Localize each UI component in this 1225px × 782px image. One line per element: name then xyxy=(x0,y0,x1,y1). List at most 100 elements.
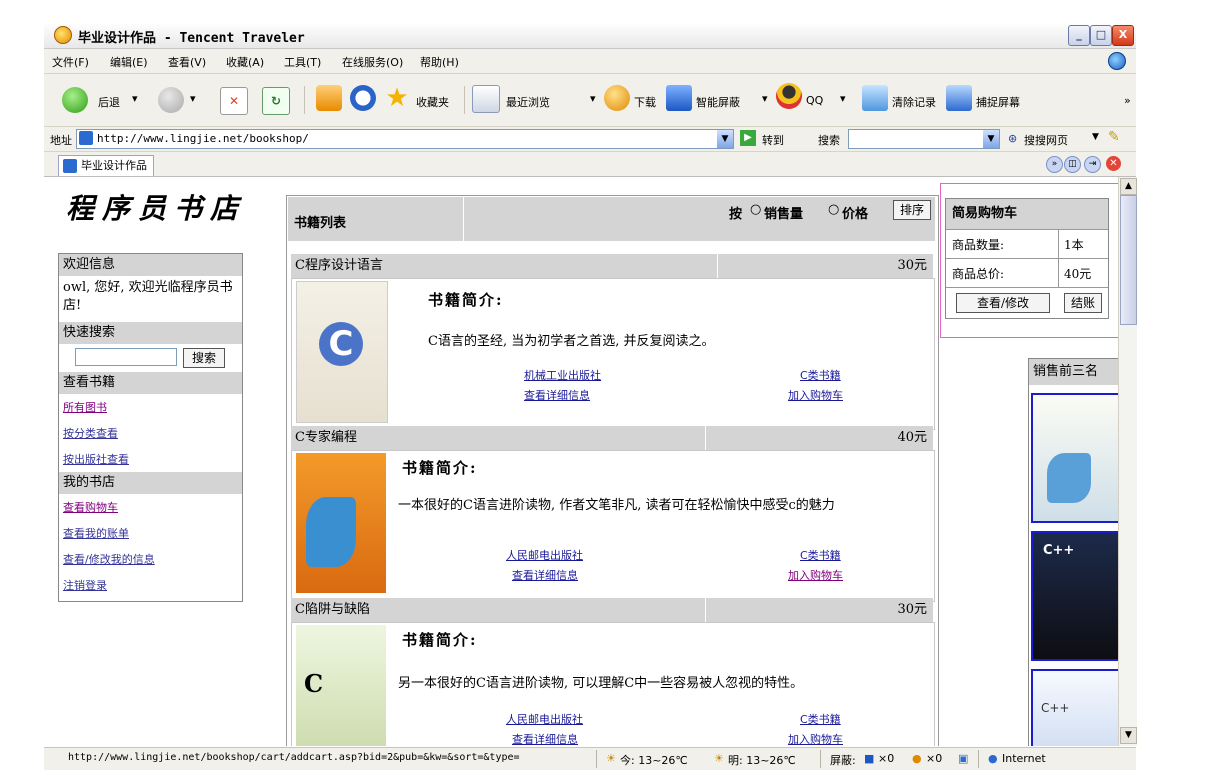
clear-history-label[interactable]: 清除记录 xyxy=(892,94,936,110)
vertical-scrollbar[interactable]: ▲ ▼ xyxy=(1118,177,1137,746)
book-title-1: C程序设计语言 xyxy=(295,258,383,273)
book-publisher-link-3[interactable]: 人民邮电出版社 xyxy=(506,711,583,727)
sort-price-radio[interactable]: ○ xyxy=(828,202,839,217)
forward-arrow-icon[interactable] xyxy=(158,87,184,113)
all-books-link[interactable]: 所有图书 xyxy=(59,394,242,420)
menu-favorites[interactable]: 收藏(A) xyxy=(226,54,264,70)
minimize-button[interactable]: _ xyxy=(1068,25,1090,46)
cart-view-button[interactable]: 查看/修改 xyxy=(956,293,1050,313)
scrollbar-thumb[interactable] xyxy=(1120,195,1137,325)
go-button[interactable]: 转到 xyxy=(762,132,784,148)
book-category-link-1[interactable]: C类书籍 xyxy=(800,367,841,383)
book-detail-link-1[interactable]: 查看详细信息 xyxy=(524,387,590,403)
tab-list-icon[interactable]: ◫ xyxy=(1064,156,1081,173)
recent-dropdown-icon[interactable]: ▾ xyxy=(590,92,596,105)
screen-capture-label[interactable]: 捕捉屏幕 xyxy=(976,94,1020,110)
book-cover-2[interactable] xyxy=(296,453,386,593)
book-detail-link-2[interactable]: 查看详细信息 xyxy=(512,567,578,583)
screen-capture-icon[interactable] xyxy=(946,85,972,111)
address-input[interactable]: http://www.lingjie.net/bookshop/ ▼ xyxy=(76,129,734,149)
quick-search-button[interactable]: 搜索 xyxy=(183,348,225,368)
tab-scroll-left-icon[interactable]: » xyxy=(1046,156,1063,173)
cart-title: 简易购物车 xyxy=(946,199,1108,229)
book-price-2: 40元 xyxy=(897,430,927,445)
qq-label[interactable]: QQ xyxy=(806,94,823,107)
toolbar-more-icon[interactable]: » xyxy=(1124,94,1131,107)
home-icon[interactable] xyxy=(316,85,342,111)
refresh-icon[interactable]: ↻ xyxy=(262,87,290,115)
download-icon[interactable] xyxy=(604,85,630,111)
book-title-3: C陷阱与缺陷 xyxy=(295,602,370,617)
book-publisher-link-2[interactable]: 人民邮电出版社 xyxy=(506,547,583,563)
history-clock-icon[interactable] xyxy=(350,85,376,111)
tab-scroll-right-icon[interactable]: ⇥ xyxy=(1084,156,1101,173)
book-add-cart-link-1[interactable]: 加入购物车 xyxy=(788,387,843,403)
weather-today[interactable]: 今: 13~26℃ xyxy=(620,752,688,768)
favorites-label[interactable]: 收藏夹 xyxy=(416,94,449,110)
edit-profile-link[interactable]: 查看/修改我的信息 xyxy=(59,546,242,572)
sort-button[interactable]: 排序 xyxy=(893,200,931,220)
browse-by-category-link[interactable]: 按分类查看 xyxy=(59,420,242,446)
view-cart-link[interactable]: 查看购物车 xyxy=(59,494,242,520)
popup-block-icon[interactable]: ■ xyxy=(864,752,874,765)
page-content: 程序员书店 欢迎信息 owl, 您好, 欢迎光临程序员书店! 快速搜索 搜索 查… xyxy=(44,177,1118,746)
checkout-button[interactable]: 结账 xyxy=(1064,293,1102,313)
go-arrow-icon[interactable]: ▶ xyxy=(740,130,756,146)
smart-block-label[interactable]: 智能屏蔽 xyxy=(696,94,740,110)
favorites-star-icon[interactable]: ★ xyxy=(384,85,410,111)
recent-label[interactable]: 最近浏览 xyxy=(506,94,550,110)
top-seller-cover-3[interactable]: C++ xyxy=(1031,669,1118,746)
clear-history-icon[interactable] xyxy=(862,85,888,111)
tab-close-icon[interactable]: ✕ xyxy=(1106,156,1121,171)
menu-help[interactable]: 帮助(H) xyxy=(420,54,459,70)
save-disk-icon[interactable]: ▣ xyxy=(958,752,968,765)
scroll-up-icon[interactable]: ▲ xyxy=(1120,178,1137,195)
sort-sales-radio[interactable]: ○ xyxy=(750,202,761,217)
book-publisher-link-1[interactable]: 机械工业出版社 xyxy=(524,367,601,383)
book-category-link-3[interactable]: C类书籍 xyxy=(800,711,841,727)
ad-block-icon[interactable]: ● xyxy=(912,752,922,765)
top-seller-cover-1[interactable] xyxy=(1031,393,1118,523)
menu-tools[interactable]: 工具(T) xyxy=(284,54,321,70)
welcome-text: owl, 您好, 欢迎光临程序员书店! xyxy=(63,280,233,313)
address-dropdown-icon[interactable]: ▼ xyxy=(717,130,733,148)
scroll-down-icon[interactable]: ▼ xyxy=(1120,727,1137,744)
tab-graduation-project[interactable]: 毕业设计作品 xyxy=(58,155,154,176)
back-dropdown-icon[interactable]: ▾ xyxy=(132,92,138,105)
logout-link[interactable]: 注销登录 xyxy=(59,572,242,601)
weather-tomorrow[interactable]: 明: 13~26℃ xyxy=(728,752,796,768)
maximize-button[interactable]: □ xyxy=(1090,25,1112,46)
toolbar-search-input[interactable]: ▼ xyxy=(848,129,1000,149)
menu-file[interactable]: 文件(F) xyxy=(52,54,89,70)
book-add-cart-link-3[interactable]: 加入购物车 xyxy=(788,731,843,746)
book-cover-3[interactable]: C xyxy=(296,625,386,746)
window-title-bar[interactable]: 毕业设计作品 - Tencent Traveler _ □ X xyxy=(44,22,1136,49)
quick-search-input[interactable] xyxy=(75,348,177,366)
menu-online[interactable]: 在线服务(O) xyxy=(342,54,403,70)
search-web-dropdown-icon[interactable]: ▼ xyxy=(1092,132,1099,142)
book-cover-1[interactable]: C xyxy=(296,281,388,423)
highlight-pen-icon[interactable]: ✎ xyxy=(1108,129,1120,145)
book-category-link-2[interactable]: C类书籍 xyxy=(800,547,841,563)
qq-dropdown-icon[interactable]: ▾ xyxy=(840,92,846,105)
smart-block-dropdown-icon[interactable]: ▾ xyxy=(762,92,768,105)
top-seller-cover-2[interactable]: C++ xyxy=(1031,531,1118,661)
search-dropdown-icon[interactable]: ▼ xyxy=(983,130,999,148)
search-engine-icon[interactable]: ⊛ xyxy=(1008,132,1017,145)
browse-by-publisher-link[interactable]: 按出版社查看 xyxy=(59,446,242,472)
back-arrow-icon[interactable] xyxy=(62,87,88,113)
book-add-cart-link-2[interactable]: 加入购物车 xyxy=(788,567,843,583)
menu-edit[interactable]: 编辑(E) xyxy=(110,54,148,70)
recent-pages-icon[interactable] xyxy=(472,85,500,113)
search-web-button[interactable]: 搜搜网页 xyxy=(1024,132,1068,148)
qq-penguin-icon[interactable] xyxy=(776,83,802,109)
menu-view[interactable]: 查看(V) xyxy=(168,54,206,70)
forward-dropdown-icon[interactable]: ▾ xyxy=(190,92,196,105)
back-label[interactable]: 后退 xyxy=(98,94,120,110)
book-detail-link-3[interactable]: 查看详细信息 xyxy=(512,731,578,746)
stop-icon[interactable]: ✕ xyxy=(220,87,248,115)
view-bills-link[interactable]: 查看我的账单 xyxy=(59,520,242,546)
close-button[interactable]: X xyxy=(1112,25,1134,46)
download-label[interactable]: 下载 xyxy=(634,94,656,110)
smart-block-icon[interactable] xyxy=(666,85,692,111)
